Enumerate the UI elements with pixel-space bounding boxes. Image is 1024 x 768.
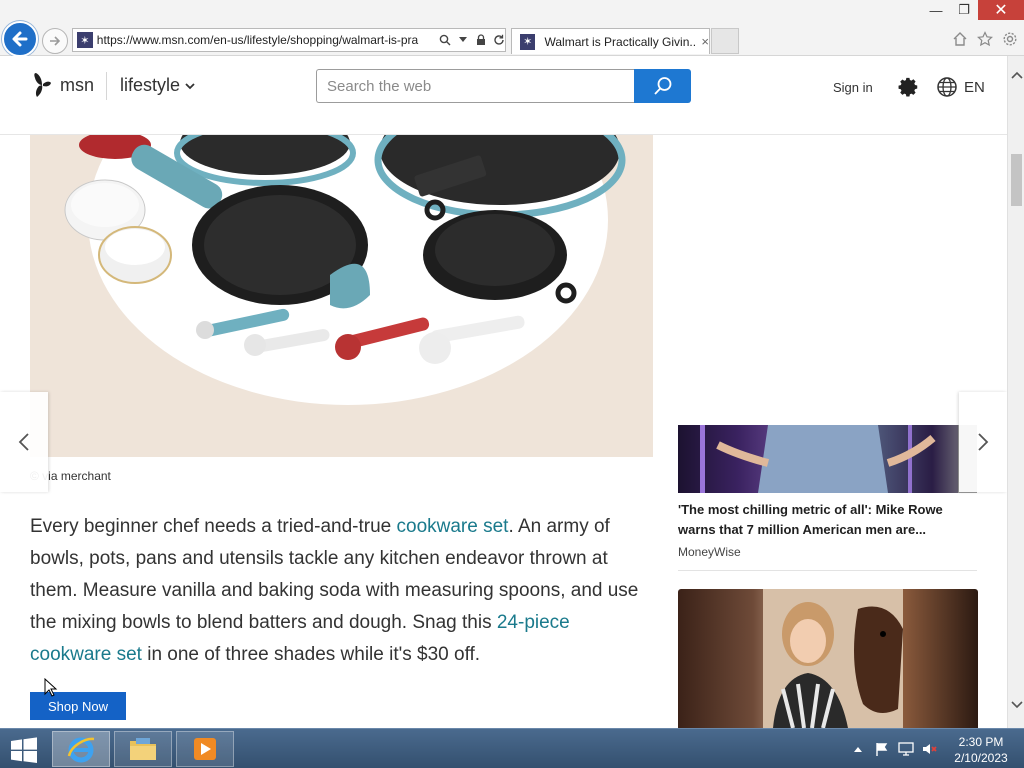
msn-logo-text: msn xyxy=(60,74,95,95)
arrow-right-icon xyxy=(50,36,61,46)
internet-explorer-icon xyxy=(67,737,95,763)
page-viewport: msn lifestyle Sign in EN xyxy=(0,56,1007,728)
arrow-left-icon xyxy=(12,31,28,47)
search-button[interactable] xyxy=(634,69,691,103)
network-icon[interactable] xyxy=(898,741,914,757)
window-controls: — ❐ ✕ xyxy=(922,0,1024,22)
chevron-down-icon xyxy=(1010,700,1023,708)
carousel-next-button[interactable] xyxy=(959,392,1007,492)
favorites-star-icon[interactable] xyxy=(976,30,993,47)
search-input[interactable] xyxy=(327,77,617,95)
msn-favicon-icon: ✶ xyxy=(77,32,93,48)
language-selector[interactable]: EN xyxy=(936,76,985,98)
volume-muted-icon[interactable] xyxy=(922,741,938,757)
home-icon[interactable] xyxy=(951,30,968,47)
dropdown-arrow-icon[interactable] xyxy=(456,33,469,47)
vertical-scrollbar[interactable] xyxy=(1007,56,1024,728)
settings-gear-icon[interactable] xyxy=(898,76,920,98)
close-window-button[interactable]: ✕ xyxy=(978,0,1024,20)
speaker-photo xyxy=(700,425,977,493)
news-card-image[interactable] xyxy=(678,589,978,728)
minimize-button[interactable]: — xyxy=(922,0,950,20)
msn-butterfly-icon xyxy=(34,73,51,97)
msn-logo[interactable]: msn xyxy=(30,71,94,99)
chevron-down-icon xyxy=(185,82,195,89)
card-divider xyxy=(678,570,977,571)
article-paragraph: Every beginner chef needs a tried-and-tr… xyxy=(30,511,650,671)
sign-in-link[interactable]: Sign in xyxy=(833,80,873,95)
taskbar-media-player[interactable] xyxy=(176,731,234,767)
news-card-source: MoneyWise xyxy=(678,545,741,559)
search-icon[interactable] xyxy=(438,33,451,47)
taskbar: 2:30 PM 2/10/2023 xyxy=(0,728,1024,768)
back-button[interactable] xyxy=(2,21,38,57)
mouse-cursor-icon xyxy=(44,678,58,697)
system-clock[interactable]: 2:30 PM 2/10/2023 xyxy=(950,734,1012,766)
tab-active[interactable]: ✶ Walmart is Practically Givin... × xyxy=(511,28,710,54)
header-divider xyxy=(106,72,107,100)
scroll-up-button[interactable] xyxy=(1008,66,1024,83)
address-bar[interactable]: ✶ https://www.msn.com/en-us/lifestyle/sh… xyxy=(72,28,506,52)
refresh-icon[interactable] xyxy=(492,33,505,47)
news-card-image[interactable] xyxy=(678,425,977,493)
chevron-right-icon xyxy=(978,433,989,451)
browser-chrome: — ❐ ✕ ✶ https://www.msn.com/en-us/lifest… xyxy=(0,0,1024,57)
tab-title: Walmart is Practically Givin... xyxy=(544,34,698,49)
scrollbar-thumb[interactable] xyxy=(1011,154,1022,206)
paragraph-text: in one of three shades while it's $30 of… xyxy=(141,644,481,665)
clock-time: 2:30 PM xyxy=(958,735,1004,749)
scroll-down-button[interactable] xyxy=(1008,696,1024,713)
media-player-icon xyxy=(194,738,216,760)
taskbar-file-explorer[interactable] xyxy=(114,731,172,767)
chevron-up-icon xyxy=(1010,71,1023,79)
lock-icon[interactable] xyxy=(474,33,487,47)
paragraph-text: Every beginner chef needs a tried-and-tr… xyxy=(30,516,397,537)
globe-icon xyxy=(937,77,957,97)
girl-with-horse-photo xyxy=(763,589,903,728)
tab-close-button[interactable]: × xyxy=(701,34,709,49)
new-tab-button[interactable] xyxy=(711,28,739,54)
forward-button[interactable] xyxy=(42,28,68,54)
section-label: lifestyle xyxy=(120,75,181,95)
msn-header: msn lifestyle Sign in EN xyxy=(0,56,1007,135)
system-tray xyxy=(850,741,938,757)
cookware-illustration xyxy=(64,135,626,364)
section-menu[interactable]: lifestyle xyxy=(120,75,196,96)
action-center-flag-icon[interactable] xyxy=(874,741,890,757)
settings-gear-icon[interactable] xyxy=(1001,30,1018,47)
show-hidden-icons-icon[interactable] xyxy=(850,741,866,757)
msn-favicon-icon: ✶ xyxy=(520,33,536,50)
windows-start-icon[interactable] xyxy=(8,737,40,763)
cookware-set-link[interactable]: cookware set xyxy=(397,516,509,537)
search-icon xyxy=(653,77,671,95)
address-url[interactable]: https://www.msn.com/en-us/lifestyle/shop… xyxy=(97,33,432,47)
carousel-prev-button[interactable] xyxy=(0,392,48,492)
chevron-left-icon xyxy=(18,433,29,451)
language-label: EN xyxy=(964,78,985,96)
news-card-title[interactable]: 'The most chilling metric of all': Mike … xyxy=(678,500,968,540)
folder-icon xyxy=(130,738,156,760)
clock-date: 2/10/2023 xyxy=(954,751,1008,765)
article-hero-image[interactable] xyxy=(30,135,653,457)
search-box xyxy=(316,69,635,103)
restore-button[interactable]: ❐ xyxy=(950,0,978,20)
taskbar-internet-explorer[interactable] xyxy=(52,731,110,767)
